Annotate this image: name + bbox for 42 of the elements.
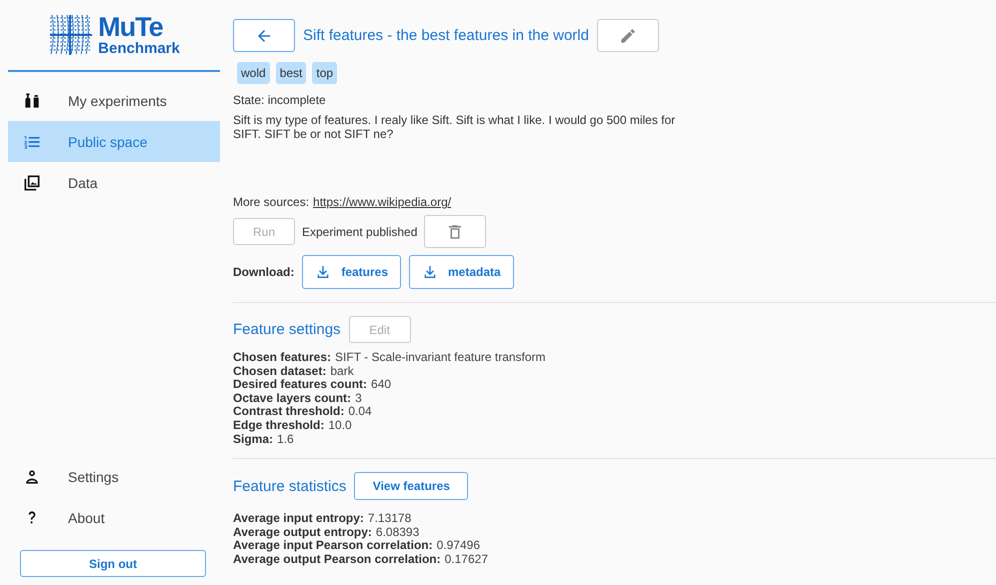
sources-link[interactable]: https://www.wikipedia.org/	[313, 195, 452, 209]
nav-item[interactable]: My experiments	[8, 80, 220, 121]
logo-title: MuTe	[98, 14, 164, 41]
nav-item[interactable]: Data	[8, 162, 220, 203]
section-title: Feature statistics	[233, 478, 346, 495]
nav-item[interactable]: Public space	[8, 121, 220, 162]
download-icon	[315, 264, 332, 280]
experiment-title: Sift features - the best features in the world	[303, 27, 589, 44]
pencil-icon	[618, 26, 637, 44]
property-line: Chosen features: SIFT - Scale-invariant feature transform	[233, 351, 547, 365]
property-line: Sigma: 1.6	[233, 432, 295, 446]
download-label: Download:	[233, 265, 294, 279]
sources-label: More sources:	[233, 195, 310, 209]
tag: top	[312, 62, 338, 84]
logo-subtitle: Benchmark	[98, 41, 180, 56]
state-text: State: incomplete	[233, 93, 326, 107]
section-title: Feature settings	[233, 321, 341, 338]
published-status: Experiment published	[302, 224, 418, 238]
download-button[interactable]: features	[302, 255, 402, 289]
photo-library-icon	[22, 172, 42, 192]
sign-out-button[interactable]: Sign out	[20, 550, 206, 577]
delete-button[interactable]	[424, 215, 486, 248]
logo-icon	[48, 13, 94, 57]
description: Sift is my type of features. I realy like Sift. Sift is what I like. I would go 500 miles for SIFT. SIFT be or not SIFT ne?	[233, 113, 676, 143]
property-line: Octave layers count: 3	[233, 392, 363, 406]
property-line: Average input Pearson correlation: 0.97496	[233, 539, 481, 553]
property-line: Average input entropy: 7.13178	[233, 512, 412, 526]
download-button[interactable]: metadata	[409, 255, 514, 289]
download-icon	[422, 264, 438, 280]
tag: wold	[237, 62, 270, 84]
edit-button[interactable]	[596, 19, 659, 52]
property-line: Desired features count: 640	[233, 378, 392, 392]
property-line: Average output Pearson correlation: 0.17627	[233, 552, 489, 567]
nav-item[interactable]: About	[8, 497, 220, 538]
tag: best	[276, 62, 306, 84]
nav-item[interactable]: Settings	[8, 456, 220, 497]
property-line: Edge threshold: 10.0	[233, 418, 353, 433]
property-line: Chosen dataset: bark	[233, 364, 355, 378]
property-line: Average output entropy: 6.08393	[233, 526, 420, 540]
property-line: Contrast threshold: 0.04	[233, 405, 373, 419]
view-features-button[interactable]: View features	[354, 472, 468, 500]
back-button[interactable]	[233, 19, 295, 52]
